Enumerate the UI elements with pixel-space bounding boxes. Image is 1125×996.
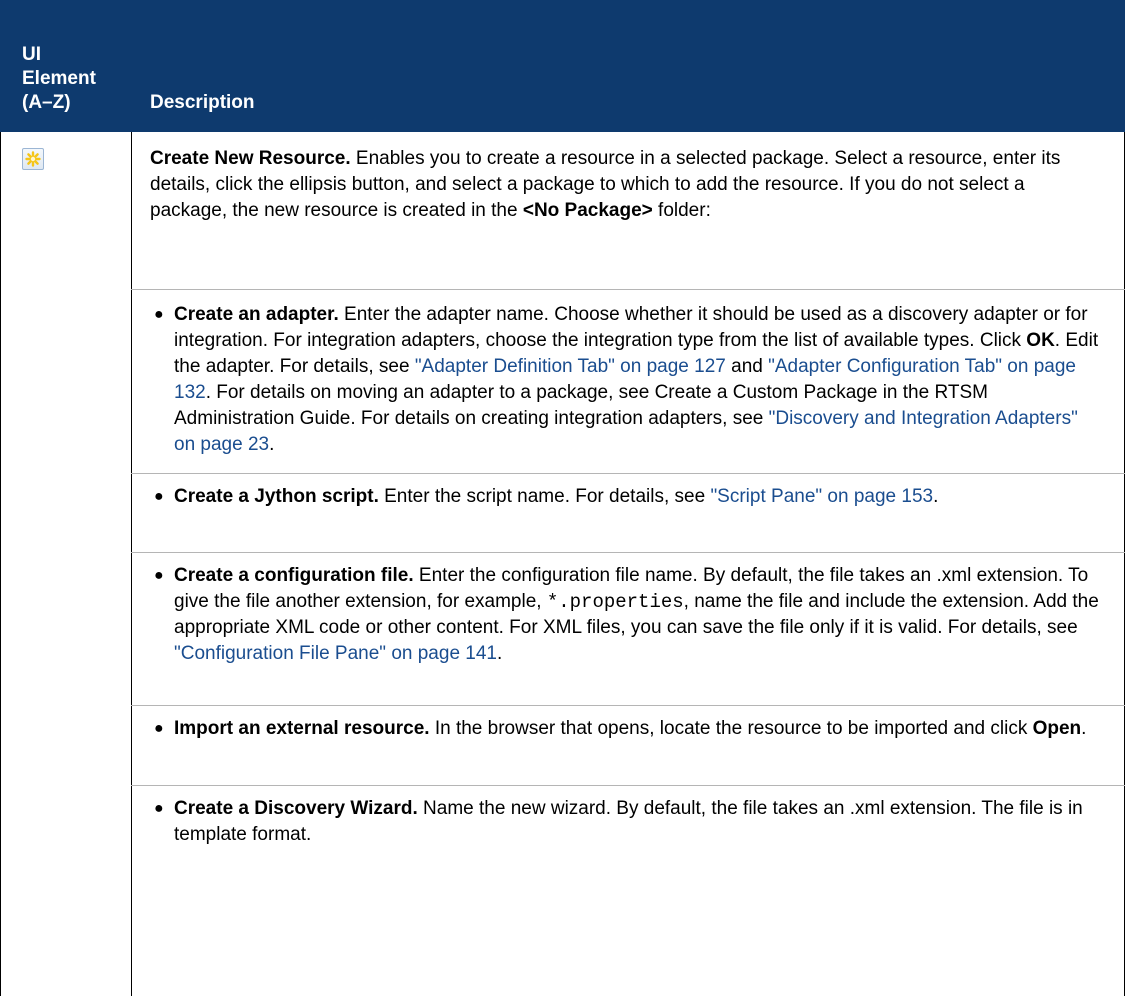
list-item-create-jython-script: ● Create a Jython script. Enter the scri… [150,484,1100,510]
bullet-title: Import an external resource. [174,718,430,739]
star-icon [25,151,41,167]
bullet-text-part: . [269,434,275,455]
intro-text-b: folder: [652,200,711,221]
adapter-definition-tab-link[interactable]: "Adapter Definition Tab" on page 127 [415,356,726,377]
bullet-icon: ● [154,567,164,584]
open-label: Open [1032,718,1082,739]
bullet-text-part: and [725,356,769,377]
row-description: Create New Resource. Enables you to crea… [150,132,1102,236]
divider-line [131,785,1125,786]
resource-title: Create New Resource. [150,148,351,169]
table-column-divider [131,132,132,996]
table-header-row: UI Element (A–Z) Description [0,0,1125,132]
bullet-text-part: . [1081,718,1087,739]
table-border-left [0,132,1,996]
bullet-icon: ● [154,800,164,817]
intro-paragraph: Create New Resource. Enables you to crea… [150,132,1102,224]
divider-line [131,705,1125,706]
configuration-file-pane-link[interactable]: "Configuration File Pane" on page 141 [174,643,497,664]
header-ui-element-line1: UI [22,44,41,65]
bullet-text-part: In the browser that opens, locate the re… [429,718,1033,739]
header-ui-element-line2: Element [22,68,96,89]
create-new-resource-icon [22,148,44,170]
header-ui-element-line3: (A–Z) [22,92,71,113]
bullet-text-part: Enter the script name. For details, see [378,486,711,507]
script-pane-link[interactable]: "Script Pane" on page 153 [710,486,933,507]
bullet-text: Create a Discovery Wizard. Name the new … [174,796,1100,848]
list-item-create-adapter: ● Create an adapter. Enter the adapter n… [150,302,1100,458]
no-package-label: <No Package> [522,200,653,221]
bullet-text: Create an adapter. Enter the adapter nam… [174,302,1100,458]
header-ui-element: UI Element (A–Z) [22,43,112,115]
bullet-text-part: . [933,486,939,507]
list-item-import-external-resource: ● Import an external resource. In the br… [150,716,1100,742]
bullet-icon: ● [154,720,164,737]
ui-element-table: UI Element (A–Z) Description Create New … [0,0,1125,996]
list-item-create-discovery-wizard: ● Create a Discovery Wizard. Name the ne… [150,796,1100,848]
bullet-title: Create an adapter. [174,304,339,325]
bullet-title: Create a configuration file. [174,565,414,586]
bullet-icon: ● [154,306,164,323]
divider-line [131,552,1125,553]
header-description: Description [150,92,255,113]
ok-label: OK [1026,330,1055,351]
table-row: Create New Resource. Enables you to crea… [0,132,1125,996]
bullet-text: Create a Jython script. Enter the script… [174,484,1100,510]
properties-code: *.properties [546,591,684,613]
bullet-text: Import an external resource. In the brow… [174,716,1100,742]
bullet-text: Create a configuration file. Enter the c… [174,563,1100,667]
bullet-title: Create a Discovery Wizard. [174,798,418,819]
bullet-title: Create a Jython script. [174,486,379,507]
list-item-create-configuration-file: ● Create a configuration file. Enter the… [150,563,1100,667]
divider-line [131,473,1125,474]
divider-line [131,289,1125,290]
bullet-text-part: . [497,643,503,664]
bullet-icon: ● [154,488,164,505]
